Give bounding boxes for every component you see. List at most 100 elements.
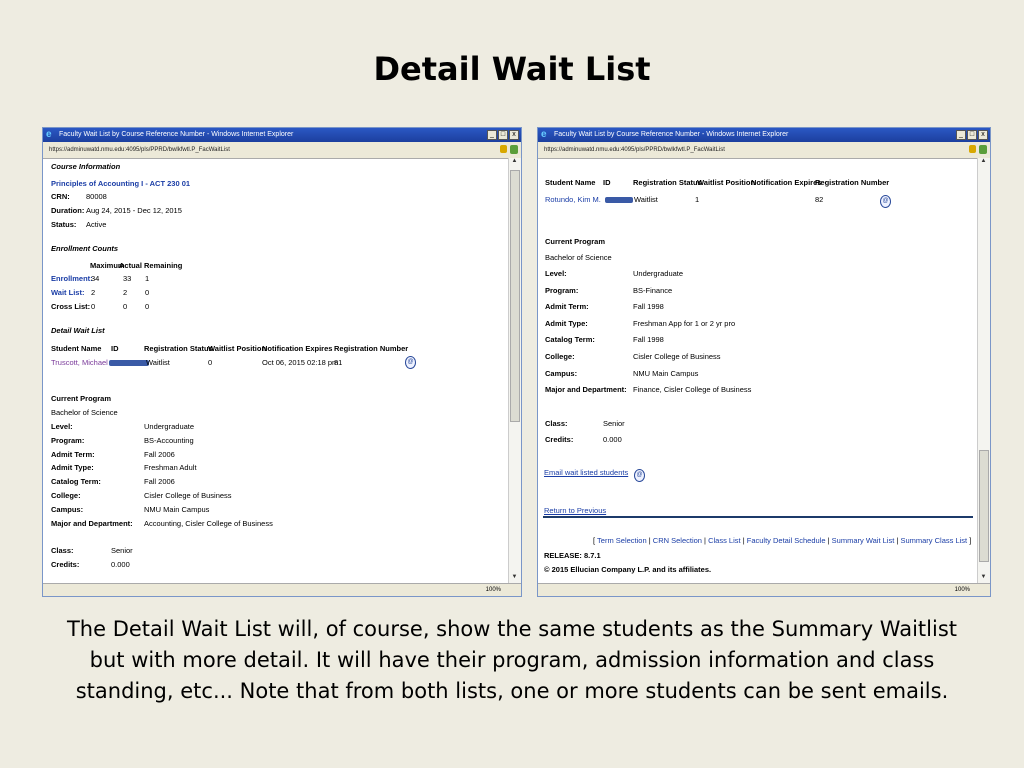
student-status: Waitlist [146,358,170,367]
address-bar[interactable]: https://adminuwatd.nmu.edu:4095/pls/PPRD… [43,142,521,159]
student-position: 1 [695,195,700,204]
detail-value: Fall 1998 [633,302,664,312]
redacted-id [109,360,149,366]
waitlist-remaining: 0 [145,288,150,297]
class-label: Class: [51,546,74,555]
maximize-button[interactable]: □ [967,130,977,140]
student-reg-number: 81 [334,358,343,367]
detail-value: Fall 2006 [144,449,175,459]
student-position: 0 [208,358,213,367]
col-actual: Actual [119,261,142,270]
detail-label: Program: [545,285,579,295]
address-bar[interactable]: https://adminuwatd.nmu.edu:4095/pls/PPRD… [538,142,990,159]
th-waitlist-position: Waitlist Position [697,178,756,187]
class-list-link[interactable]: Class List [708,536,741,545]
detail-value: BS-Accounting [144,435,194,445]
detail-label: College: [545,352,575,361]
course-info-heading: Course Information [51,162,121,171]
summary-wait-list-link[interactable]: Summary Wait List [832,536,895,545]
crn-selection-link[interactable]: CRN Selection [653,536,702,545]
program-heading: Current Program [545,237,606,246]
email-waitlisted-link[interactable]: Email wait listed students [544,468,628,477]
copyright-text: © 2015 Ellucian Company L.P. and its aff… [544,565,712,574]
window-titlebar: e Faculty Wait List by Course Reference … [538,128,990,142]
student-name-link[interactable]: Rotundo, Kim M. [545,195,601,204]
th-notification-expires: Notification Expires [751,178,822,187]
slide-title: Detail Wait List [373,50,651,88]
refresh-icon[interactable] [510,145,518,154]
status-value: Active [86,220,107,229]
detail-label: Admit Term: [545,302,589,312]
detail-label: Program: [51,435,85,445]
detail-label: Campus: [545,368,578,378]
crn-label: CRN: [51,192,70,201]
term-selection-link[interactable]: Term Selection [597,536,647,545]
detail-value: Finance, Cisler College of Business [633,385,752,395]
student-expires: Oct 06, 2015 02:18 pm [262,358,339,367]
close-button[interactable]: x [509,130,519,140]
scroll-up-icon[interactable]: ▲ [978,158,989,168]
window-titlebar: e Faculty Wait List by Course Reference … [43,128,521,142]
credits-label: Credits: [545,435,574,444]
detail-value: BS-Finance [633,285,673,295]
detail-value: Cisler College of Business [144,491,232,500]
waitlist-actual: 2 [123,288,128,297]
vertical-scrollbar[interactable]: ▲ ▼ [977,158,990,584]
zoom-level[interactable]: 100% [486,587,501,593]
return-link[interactable]: Return to Previous [544,506,606,515]
crosslist-remaining: 0 [145,302,150,311]
summary-class-list-link[interactable]: Summary Class List [900,536,967,545]
detail-value: NMU Main Campus [144,504,210,514]
window-title: Faculty Wait List by Course Reference Nu… [554,131,789,138]
wait-list-link[interactable]: Wait List: [51,288,84,297]
browser-window-right: e Faculty Wait List by Course Reference … [537,127,991,597]
th-registration-number: Registration Number [815,178,890,187]
duration-value: Aug 24, 2015 - Dec 12, 2015 [86,206,182,215]
url-text[interactable]: https://adminuwatd.nmu.edu:4095/pls/PPRD… [49,147,230,153]
detail-value: Freshman App for 1 or 2 yr pro [633,318,736,328]
footer-nav: [ Term Selection | CRN Selection | Class… [593,536,972,545]
enrollment-link[interactable]: Enrollment: [51,274,93,283]
email-student-icon[interactable]: @ [880,195,891,208]
refresh-icon[interactable] [979,145,987,154]
course-title-link[interactable]: Principles of Accounting I - ACT 230 01 [51,179,190,188]
student-status: Waitlist [634,195,658,204]
detail-value: Freshman Adult [144,463,197,473]
th-waitlist-position: Waitlist Position [208,344,267,353]
detail-label: Catalog Term: [51,477,101,487]
detail-label: Admit Type: [51,463,94,473]
page-content: Student Name ID Registration Status Wait… [538,158,978,584]
scroll-thumb[interactable] [510,170,520,422]
th-student-name: Student Name [545,178,596,187]
enrollment-actual: 33 [123,274,132,283]
vertical-scrollbar[interactable]: ▲ ▼ [508,158,521,584]
email-icon[interactable]: @ [634,469,645,482]
crosslist-max: 0 [91,302,96,311]
credits-label: Credits: [51,560,80,569]
minimize-button[interactable]: _ [956,130,966,140]
faculty-detail-schedule-link[interactable]: Faculty Detail Schedule [747,536,826,545]
waitlist-heading: Detail Wait List [51,326,105,335]
scroll-up-icon[interactable]: ▲ [509,158,520,168]
close-button[interactable]: x [978,130,988,140]
enrollment-remaining: 1 [145,274,150,283]
enrollment-heading: Enrollment Counts [51,244,119,253]
detail-value: NMU Main Campus [633,368,699,378]
detail-value: Fall 1998 [633,335,664,345]
divider [543,516,973,518]
detail-label: Level: [51,422,73,431]
lock-icon [500,145,507,153]
maximize-button[interactable]: □ [498,130,508,140]
detail-label: College: [51,491,81,500]
url-text[interactable]: https://adminuwatd.nmu.edu:4095/pls/PPRD… [544,147,725,153]
scroll-thumb[interactable] [979,450,989,562]
detail-label: Major and Department: [51,518,133,528]
minimize-button[interactable]: _ [487,130,497,140]
cross-list-label: Cross List: [51,302,91,311]
crn-value: 80008 [86,192,107,201]
student-name-link[interactable]: Truscott, Michael D. [51,358,117,367]
program-degree: Bachelor of Science [51,408,118,417]
page-content: Course Information Principles of Account… [43,158,509,584]
zoom-level[interactable]: 100% [955,587,970,593]
email-student-icon[interactable]: @ [405,356,416,369]
